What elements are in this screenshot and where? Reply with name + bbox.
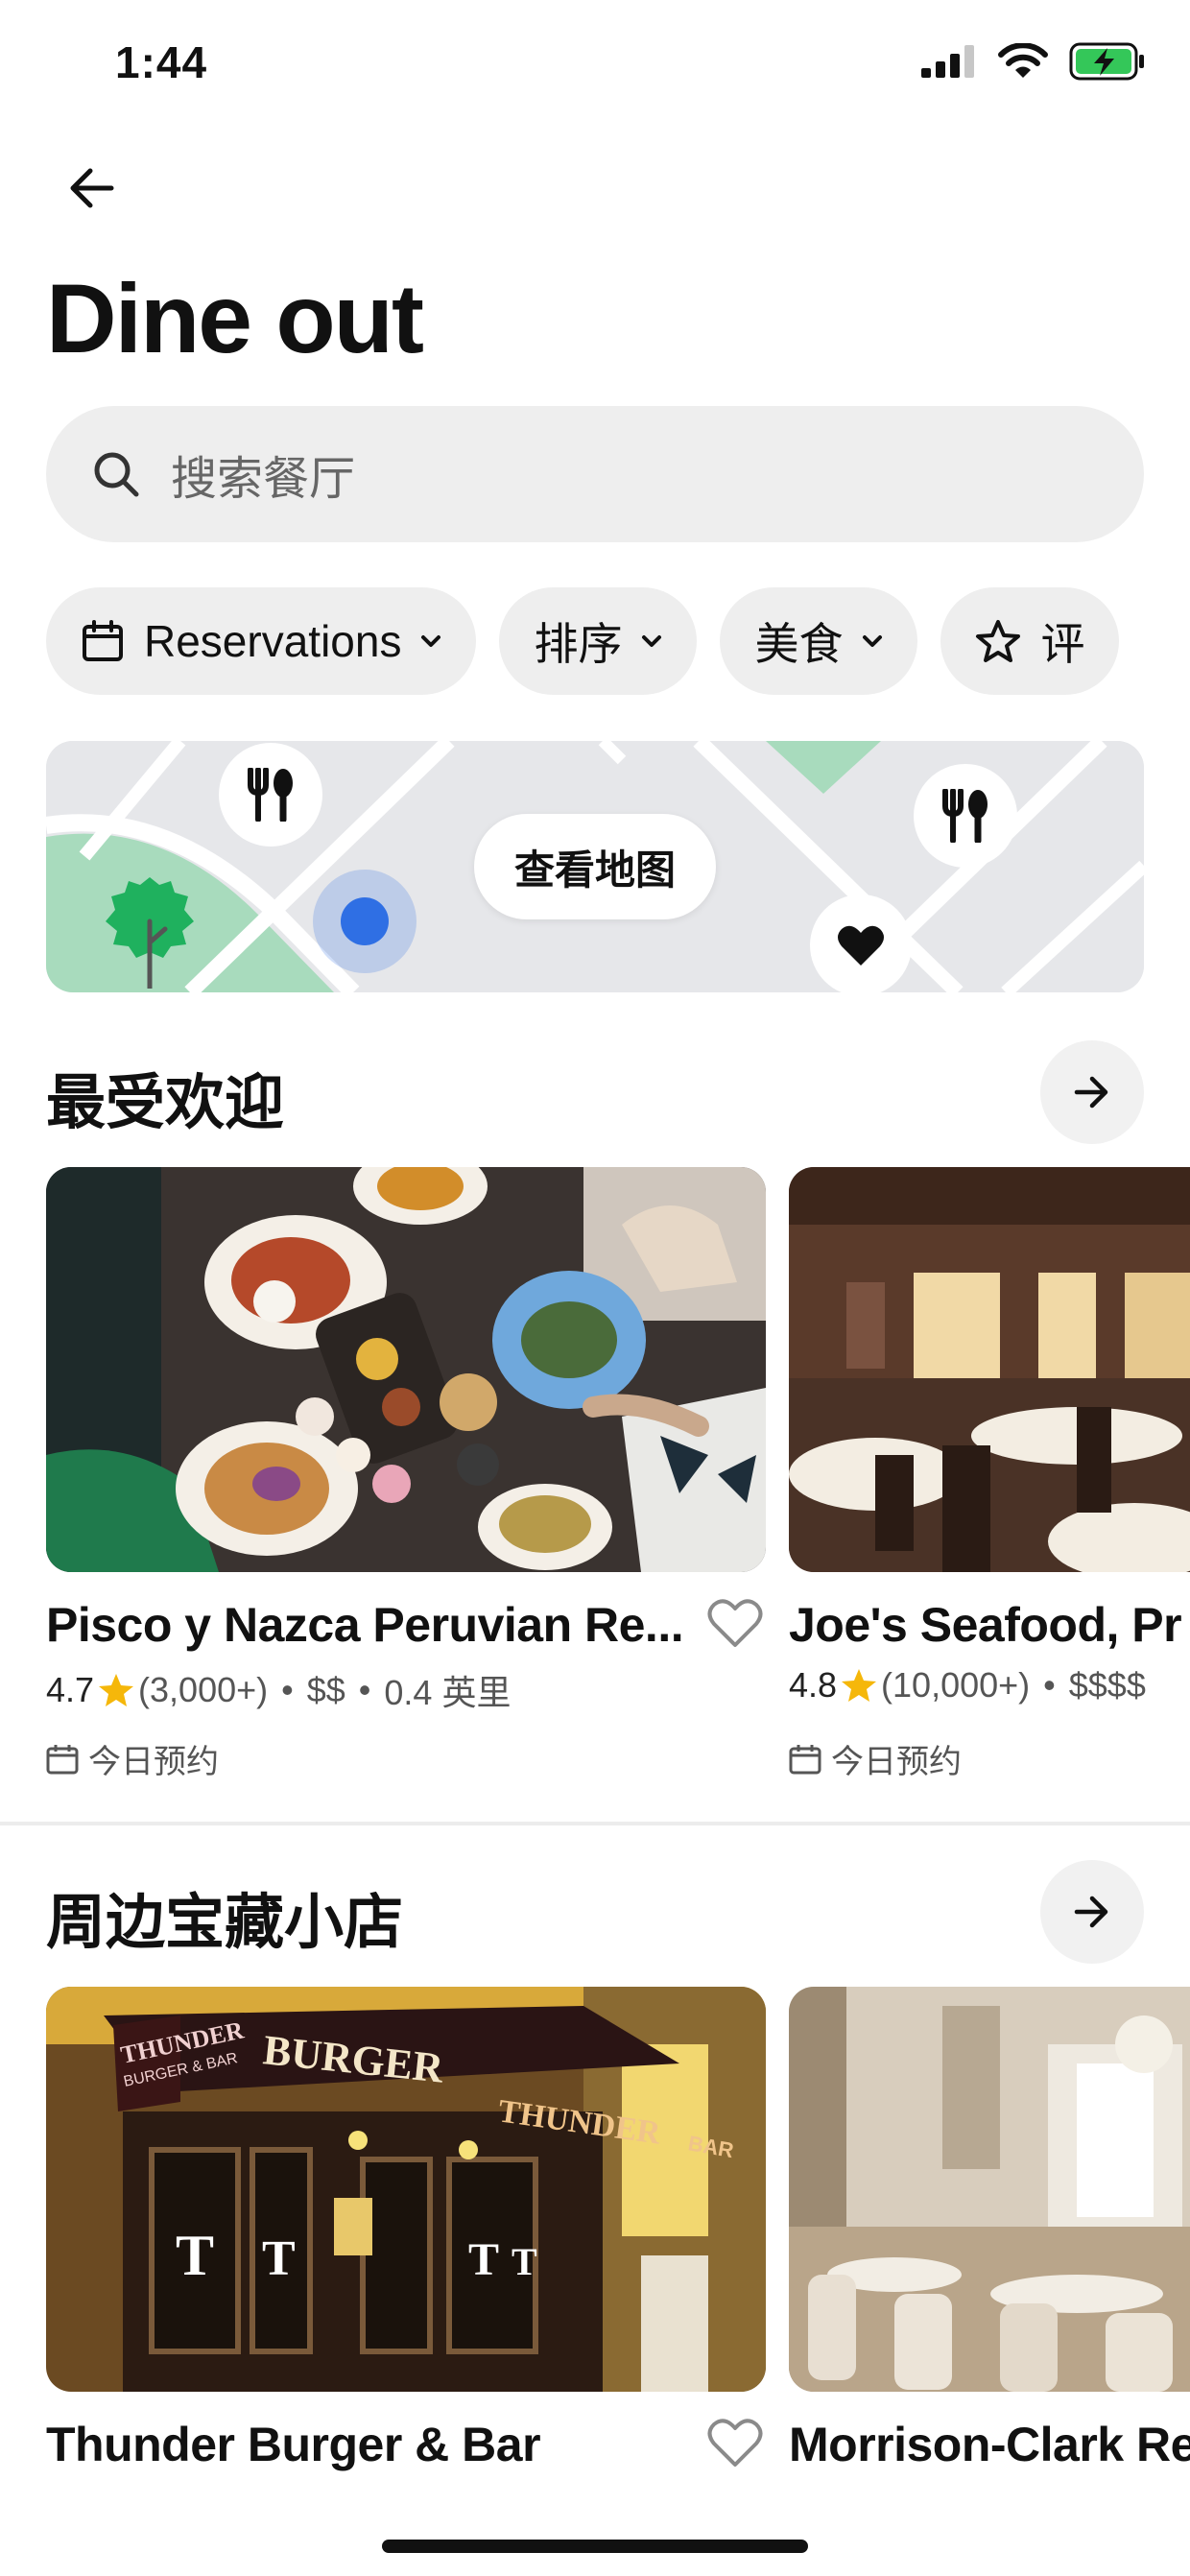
window-glyph: T: [262, 2231, 296, 2286]
cellular-signal-icon: [921, 45, 974, 78]
review-count: (3,000+): [138, 1670, 269, 1709]
calendar-icon: [789, 1744, 821, 1774]
restaurant-photo[interactable]: [789, 1167, 1190, 1572]
filter-chips: Reservations 排序 美食 评: [46, 587, 1120, 695]
heart-outline-icon: [707, 2419, 763, 2467]
calendar-icon: [46, 1744, 79, 1774]
view-map-button[interactable]: 查看地图: [474, 814, 716, 919]
restaurant-meta: 4.7 (3,000+) • $$ • 0.4 英里: [46, 1665, 511, 1715]
reservation-label: 今日预约: [831, 1744, 962, 1780]
filter-rating-label: 评: [1040, 619, 1085, 669]
status-time: 1:44: [115, 37, 208, 87]
star-icon: [842, 1669, 877, 1702]
arrow-left-icon: [70, 168, 114, 208]
filter-cuisine-label: 美食: [754, 619, 844, 669]
wifi-icon: [998, 43, 1048, 78]
elegant-dining-image: [789, 1987, 1190, 2392]
tree-icon: [106, 877, 194, 989]
filter-sort-label: 排序: [534, 619, 623, 669]
search-input[interactable]: 搜索餐厅: [46, 406, 1144, 542]
fork-knife-icon: [942, 789, 988, 843]
food-table-image: [46, 1167, 766, 1572]
review-count: (10,000+): [881, 1665, 1031, 1705]
restaurant-meta: 4.8 (10,000+) • $$$$: [789, 1665, 1146, 1705]
chevron-down-icon: [642, 635, 662, 647]
restaurant-photo[interactable]: BURGER THUNDER THUNDER BURGER & BAR BAR …: [46, 1987, 766, 2392]
price-level: $$: [306, 1670, 345, 1709]
filter-reservations-label: Reservations: [144, 616, 402, 666]
status-icons: [921, 42, 1146, 81]
heart-icon: [838, 925, 884, 966]
restaurant-photo[interactable]: [789, 1987, 1190, 2392]
window-glyph: T: [176, 2224, 214, 2287]
restaurant-photo[interactable]: [46, 1167, 766, 1572]
filter-rating[interactable]: 评: [940, 587, 1120, 695]
reservation-label: 今日预约: [88, 1744, 219, 1780]
chevron-down-icon: [863, 635, 883, 647]
see-all-hidden-gems-button[interactable]: [1040, 1860, 1144, 1964]
current-location-marker: [341, 897, 389, 945]
filter-cuisine[interactable]: 美食: [720, 587, 918, 695]
see-all-popular-button[interactable]: [1040, 1040, 1144, 1144]
favorite-button[interactable]: [706, 1597, 764, 1654]
section-title-hidden-gems: 周边宝藏小店: [46, 1890, 404, 1956]
distance: 0.4 英里: [384, 1673, 512, 1712]
home-indicator: [382, 2540, 808, 2553]
reservation-availability: 今日预约: [46, 1735, 219, 1782]
favorite-pin[interactable]: [810, 894, 912, 992]
section-divider: [0, 1822, 1190, 1825]
search-placeholder: 搜索餐厅: [171, 454, 356, 505]
restaurant-name[interactable]: Pisco y Nazca Peruvian Re...: [46, 1597, 699, 1653]
heart-outline-icon: [707, 1599, 763, 1647]
star-outline-icon: [976, 620, 1021, 662]
back-button[interactable]: [58, 154, 127, 223]
chevron-down-icon: [421, 635, 441, 647]
filter-reservations[interactable]: Reservations: [46, 587, 477, 695]
filter-sort[interactable]: 排序: [499, 587, 698, 695]
battery-charging-icon: [1069, 42, 1144, 81]
arrow-right-icon: [1074, 1896, 1108, 1928]
window-glyph: T: [512, 2240, 537, 2283]
rating-value: 4.7: [46, 1670, 95, 1709]
dining-room-image: [789, 1167, 1190, 1572]
restaurant-pin[interactable]: [219, 743, 322, 847]
arrow-right-icon: [1074, 1076, 1108, 1109]
calendar-icon: [83, 620, 123, 661]
search-icon: [94, 452, 139, 497]
section-title-popular: 最受欢迎: [46, 1070, 285, 1136]
restaurant-name[interactable]: Thunder Burger & Bar: [46, 2417, 541, 2472]
price-level: $$$$: [1068, 1665, 1146, 1705]
reservation-availability: 今日预约: [789, 1735, 962, 1782]
restaurant-name[interactable]: Joe's Seafood, Pr: [789, 1597, 1182, 1653]
restaurant-name[interactable]: Morrison-Clark Re: [789, 2417, 1190, 2472]
fork-knife-icon: [248, 768, 293, 822]
rating-value: 4.8: [789, 1665, 838, 1705]
favorite-button[interactable]: [706, 2417, 764, 2473]
page-title: Dine out: [46, 264, 424, 373]
map-preview[interactable]: 查看地图: [46, 741, 1144, 992]
star-icon: [99, 1674, 134, 1706]
restaurant-pin[interactable]: [914, 764, 1017, 868]
window-glyph: T: [468, 2234, 499, 2285]
storefront-image: BURGER THUNDER THUNDER BURGER & BAR BAR …: [46, 1987, 766, 2392]
